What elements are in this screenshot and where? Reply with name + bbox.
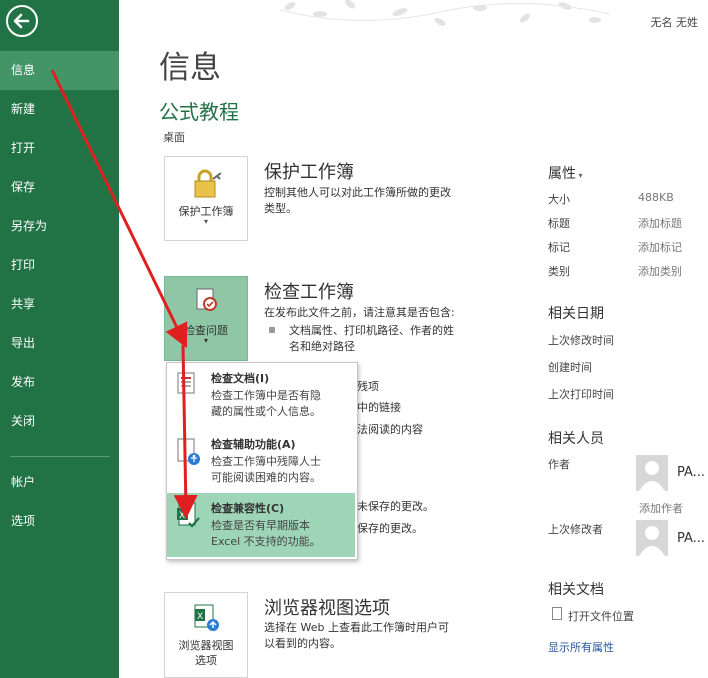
related-dates-header: 相关日期 [548, 306, 604, 322]
browser-desc-2: 以看到的内容。 [264, 637, 341, 650]
nav-divider [10, 456, 110, 457]
chevron-down-icon: ▾ [576, 171, 583, 180]
nav-save[interactable]: 保存 [0, 168, 119, 207]
person-icon [639, 461, 665, 491]
menu-item-title: 检查兼容性(C) [211, 502, 285, 515]
prop-label-category: 类别 [548, 265, 570, 278]
prop-value-tags[interactable]: 添加标记 [638, 239, 682, 255]
lock-icon [194, 169, 222, 198]
browser-view-options-button[interactable]: X 浏览器视图 选项 [164, 592, 248, 678]
workbook-name: 公式教程 [159, 100, 239, 124]
inspect-title: 检查工作簿 [264, 282, 354, 303]
nav-open[interactable]: 打开 [0, 129, 119, 168]
menu-item-desc-line: Excel 不支持的功能。 [211, 535, 321, 548]
nav-new[interactable]: 新建 [0, 90, 119, 129]
properties-header-label: 属性 [548, 166, 576, 182]
inspect-bullet-2: 名和绝对路径 [289, 340, 355, 353]
prop-value-size: 488KB [638, 191, 674, 204]
date-label-created: 创建时间 [548, 361, 592, 374]
date-label-printed: 上次打印时间 [548, 388, 614, 401]
browser-desc-1: 选择在 Web 上查看此工作簿时用户可 [264, 621, 449, 634]
excel-web-icon: X [194, 604, 219, 631]
menu-item-inspect-document[interactable]: 检查文档(I) 检查工作簿中是否有隐 藏的属性或个人信息。 [167, 363, 355, 428]
inspect-document-icon [196, 288, 217, 311]
person-icon [639, 526, 665, 556]
browser-button-label-1: 浏览器视图 [178, 639, 234, 652]
bullet-icon [269, 327, 275, 333]
protect-desc-2: 类型。 [264, 202, 297, 215]
inspect-document-icon [177, 372, 195, 394]
menu-item-desc-line: 检查是否有早期版本 [211, 519, 310, 532]
chevron-down-icon: ▾ [203, 217, 208, 226]
prop-value-category[interactable]: 添加类别 [638, 263, 682, 279]
workbook-location: 桌面 [163, 131, 185, 144]
inspect-partial-2: 中的链接 [357, 401, 401, 414]
backstage-sidebar: 信息 新建 打开 保存 另存为 打印 共享 导出 发布 关闭 帐户 选项 [0, 0, 119, 678]
manage-partial-1: 未保存的更改。 [357, 500, 434, 513]
menu-item-desc-line: 藏的属性或个人信息。 [211, 405, 321, 418]
modifier-name[interactable]: PA... [677, 531, 705, 546]
page-title: 信息 [159, 50, 221, 86]
nav-save-as[interactable]: 另存为 [0, 207, 119, 246]
add-author-link[interactable]: 添加作者 [639, 500, 683, 516]
check-issues-dropdown: 检查文档(I) 检查工作簿中是否有隐 藏的属性或个人信息。 检查辅助功能(A) … [166, 362, 358, 560]
menu-item-title: 检查辅助功能(A) [211, 438, 296, 451]
accessibility-icon [177, 438, 200, 465]
author-label: 作者 [548, 458, 570, 471]
nav-account[interactable]: 帐户 [0, 463, 119, 502]
browser-title: 浏览器视图选项 [264, 598, 390, 619]
date-label-modified: 上次修改时间 [548, 334, 614, 347]
inspect-desc: 在发布此文件之前，请注意其是否包含: [264, 306, 455, 319]
prop-label-title: 标题 [548, 217, 570, 230]
prop-label-tags: 标记 [548, 241, 570, 254]
modifier-avatar[interactable] [636, 520, 668, 556]
nav-info[interactable]: 信息 [0, 51, 119, 90]
protect-desc-1: 控制其他人可以对此工作簿所做的更改 [264, 186, 451, 199]
nav-share[interactable]: 共享 [0, 285, 119, 324]
properties-header[interactable]: 属性 ▾ [548, 163, 583, 183]
inspect-partial-1: 残项 [357, 380, 379, 393]
nav-close[interactable]: 关闭 [0, 402, 119, 441]
open-file-location-link[interactable]: 打开文件位置 [568, 608, 634, 624]
prop-value-title[interactable]: 添加标题 [638, 215, 682, 231]
show-all-properties-link[interactable]: 显示所有属性 [548, 639, 614, 655]
manage-partial-2: 保存的更改。 [357, 522, 423, 535]
compatibility-check-icon: X [177, 502, 200, 528]
last-modified-by-label: 上次修改者 [548, 523, 603, 536]
svg-text:X: X [179, 511, 185, 521]
protect-title: 保护工作簿 [264, 162, 354, 183]
menu-item-check-accessibility[interactable]: 检查辅助功能(A) 检查工作簿中残障人士 可能阅读困难的内容。 [167, 429, 355, 493]
check-issues-button[interactable]: 检查问题 ▾ [164, 276, 248, 361]
file-icon [552, 607, 562, 620]
protect-workbook-button[interactable]: 保护工作簿 ▾ [164, 156, 248, 241]
leaf-decoration-icon [280, 0, 610, 26]
back-arrow-icon[interactable] [6, 5, 38, 37]
menu-item-desc: 检查是否有早期版本 Excel 不支持的功能。 [211, 518, 351, 550]
nav-publish[interactable]: 发布 [0, 363, 119, 402]
svg-text:X: X [197, 612, 203, 622]
nav-print[interactable]: 打印 [0, 246, 119, 285]
user-name[interactable]: 无名 无姓 [651, 14, 699, 30]
nav-options[interactable]: 选项 [0, 502, 119, 541]
author-avatar[interactable] [636, 455, 668, 491]
menu-item-desc: 检查工作簿中残障人士 可能阅读困难的内容。 [211, 454, 351, 486]
menu-item-check-compatibility[interactable]: X 检查兼容性(C) 检查是否有早期版本 Excel 不支持的功能。 [167, 493, 355, 557]
inspect-partial-3: 法阅读的内容 [357, 423, 423, 436]
inspect-bullet-1: 文档属性、打印机路径、作者的姓 [289, 324, 454, 337]
chevron-down-icon: ▾ [203, 336, 208, 345]
menu-item-desc-line: 检查工作簿中残障人士 [211, 455, 321, 468]
related-docs-header: 相关文档 [548, 582, 604, 598]
menu-item-desc-line: 可能阅读困难的内容。 [211, 471, 321, 484]
browser-button-label-2: 选项 [195, 654, 217, 667]
menu-item-title: 检查文档(I) [211, 372, 270, 385]
author-name[interactable]: PA... [677, 465, 705, 480]
menu-item-desc-line: 检查工作簿中是否有隐 [211, 389, 321, 402]
nav-export[interactable]: 导出 [0, 324, 119, 363]
menu-item-desc: 检查工作簿中是否有隐 藏的属性或个人信息。 [211, 388, 351, 420]
prop-label-size: 大小 [548, 193, 570, 206]
related-people-header: 相关人员 [548, 431, 604, 447]
